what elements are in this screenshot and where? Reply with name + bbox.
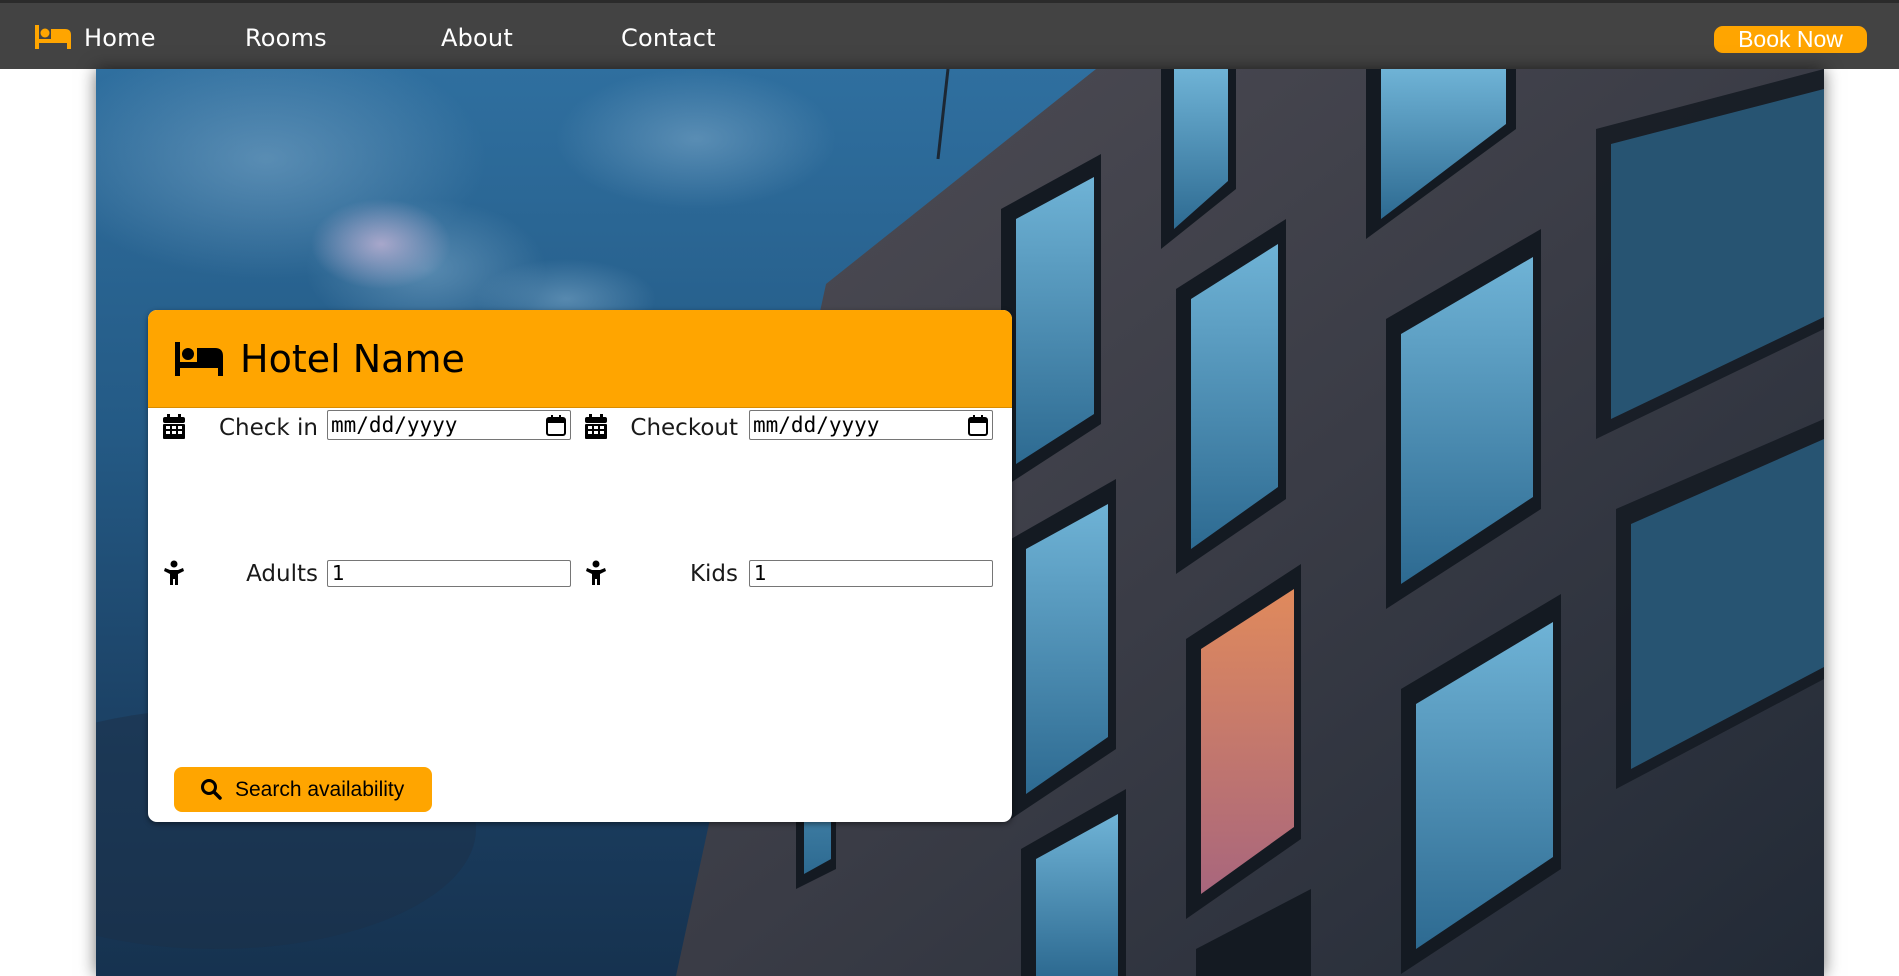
card-header: Hotel Name [148, 310, 1012, 408]
nav-link-home[interactable]: Home [84, 23, 156, 53]
checkout-value: mm/dd/yyyy [753, 413, 880, 437]
search-availability-button[interactable]: Search availability [174, 767, 432, 812]
adults-label: Adults [246, 561, 318, 587]
calendar-icon [585, 414, 607, 439]
booking-card: Hotel Name Check in mm/dd/yyyy Checkout … [148, 310, 1012, 822]
search-availability-label: Search availability [235, 778, 405, 801]
bed-icon [175, 342, 223, 376]
child-icon [164, 560, 184, 585]
search-icon [201, 779, 222, 800]
kids-label: Kids [689, 561, 738, 587]
child-icon [586, 560, 606, 585]
calendar-icon [163, 414, 185, 439]
nav-link-contact[interactable]: Contact [621, 23, 716, 53]
kids-input[interactable]: 1 [749, 560, 993, 587]
adults-input[interactable]: 1 [327, 560, 571, 587]
adults-value: 1 [332, 561, 345, 585]
book-now-button[interactable]: Book Now [1714, 26, 1867, 53]
bed-icon[interactable] [34, 22, 72, 52]
kids-value: 1 [754, 561, 767, 585]
calendar-picker-icon[interactable] [546, 415, 566, 436]
calendar-picker-icon[interactable] [968, 415, 988, 436]
nav-link-about[interactable]: About [441, 23, 513, 53]
top-navbar: Home Rooms About Contact Book Now [0, 0, 1899, 69]
nav-link-rooms[interactable]: Rooms [245, 23, 327, 53]
checkout-label: Checkout [630, 415, 738, 441]
check-in-value: mm/dd/yyyy [331, 413, 458, 437]
checkout-date-input[interactable]: mm/dd/yyyy [749, 410, 993, 440]
hotel-name-title: Hotel Name [240, 337, 465, 381]
check-in-date-input[interactable]: mm/dd/yyyy [327, 410, 571, 440]
check-in-label: Check in [218, 415, 318, 441]
